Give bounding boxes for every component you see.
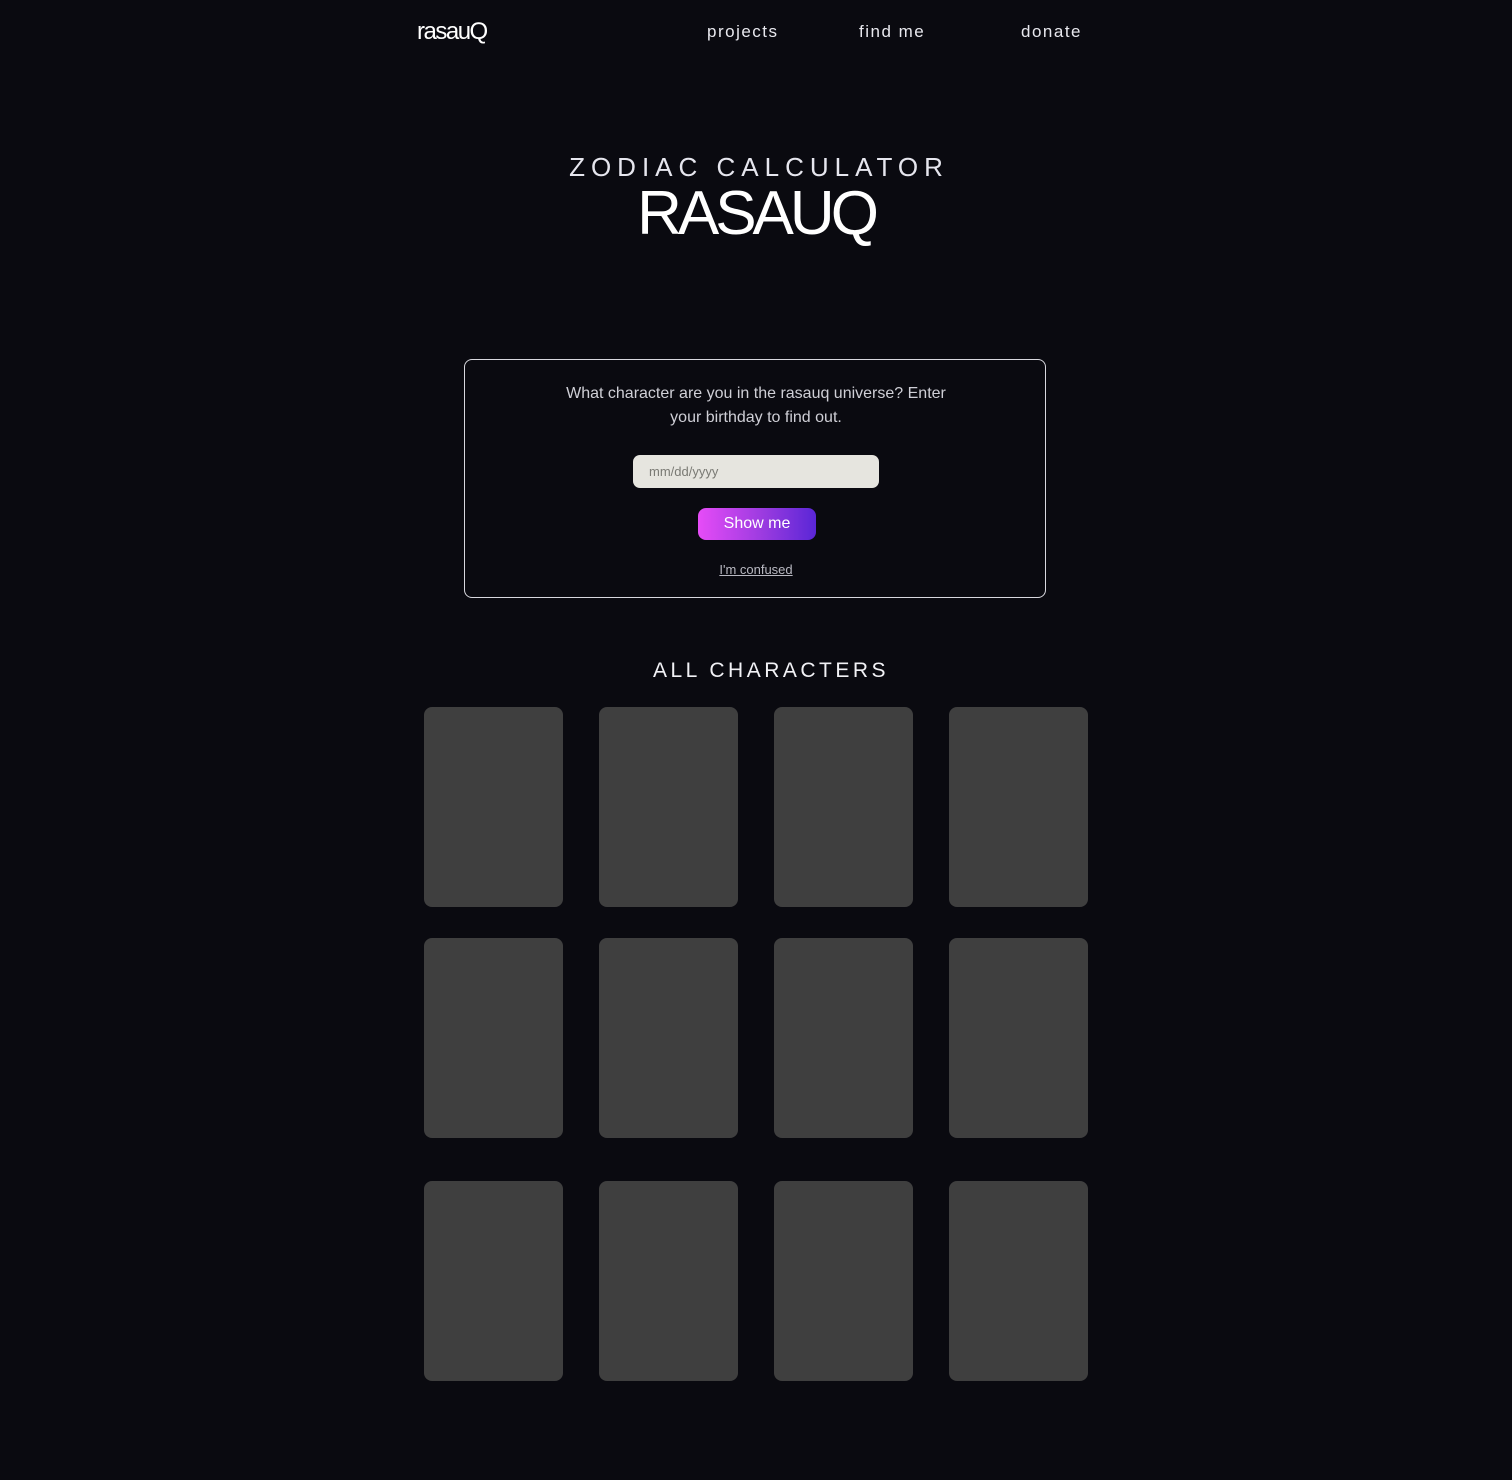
site-logo[interactable]: rasauQ: [417, 18, 488, 46]
calculator-prompt: What character are you in the rasauq uni…: [566, 385, 946, 426]
nav-link-projects[interactable]: projects: [707, 22, 779, 42]
im-confused-link[interactable]: I'm confused: [465, 562, 1047, 577]
zodiac-calculator-panel: What character are you in the rasauq uni…: [464, 359, 1046, 598]
character-card-4[interactable]: [949, 707, 1088, 907]
character-card-11[interactable]: [774, 1181, 913, 1381]
hero-title: RASAUQ: [637, 179, 879, 248]
nav-link-find-me[interactable]: find me: [859, 22, 925, 42]
nav-link-donate[interactable]: donate: [1021, 22, 1082, 42]
character-card-2[interactable]: [599, 707, 738, 907]
page: rasauQ projects find me donate ZODIAC CA…: [0, 0, 1512, 1480]
character-card-6[interactable]: [599, 938, 738, 1138]
all-characters-heading: ALL CHARACTERS: [652, 659, 890, 682]
show-me-button[interactable]: Show me: [698, 508, 816, 540]
character-card-10[interactable]: [599, 1181, 738, 1381]
character-card-8[interactable]: [949, 938, 1088, 1138]
character-card-9[interactable]: [424, 1181, 563, 1381]
character-card-3[interactable]: [774, 707, 913, 907]
character-card-1[interactable]: [424, 707, 563, 907]
character-card-12[interactable]: [949, 1181, 1088, 1381]
birthday-input[interactable]: [633, 455, 879, 488]
character-card-5[interactable]: [424, 938, 563, 1138]
character-card-7[interactable]: [774, 938, 913, 1138]
